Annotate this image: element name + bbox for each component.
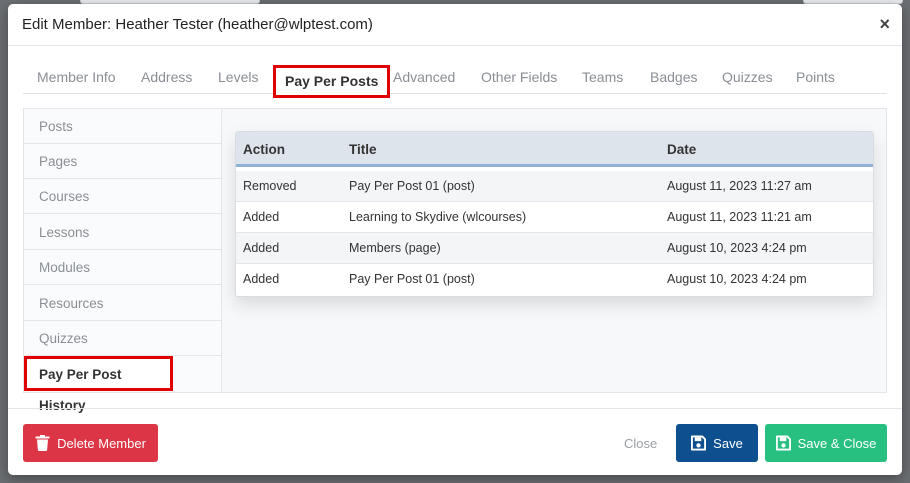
column-header-action: Action: [243, 142, 285, 157]
cell-action: Added: [243, 272, 280, 286]
close-link[interactable]: Close: [624, 436, 657, 451]
save-label: Save: [713, 435, 743, 451]
cell-date: August 10, 2023 4:24 pm: [667, 241, 807, 255]
pay-per-post-history-table: Action Title Date Removed Pay Per Post 0…: [235, 131, 874, 297]
column-header-title: Title: [349, 142, 377, 157]
tab-advanced[interactable]: Advanced: [393, 69, 455, 85]
modal-header: Edit Member: Heather Tester (heather@wlp…: [8, 4, 902, 46]
sidebar-item-quizzes[interactable]: Quizzes: [24, 321, 221, 356]
sidebar-item-pay-per-post-history[interactable]: Pay Per Post History: [24, 356, 173, 413]
save-button[interactable]: Save: [676, 424, 758, 462]
cell-action: Added: [243, 241, 280, 255]
tab-badges[interactable]: Badges: [650, 69, 697, 85]
delete-member-button[interactable]: Delete Member: [23, 424, 158, 462]
tab-member-info[interactable]: Member Info: [37, 69, 116, 85]
tab-pay-per-posts[interactable]: Pay Per Posts: [273, 65, 391, 98]
sidebar-item-modules[interactable]: Modules: [24, 250, 221, 285]
tab-points[interactable]: Points: [796, 69, 835, 85]
trash-icon: [35, 435, 50, 451]
cell-date: August 10, 2023 4:24 pm: [667, 272, 807, 286]
cell-title: Members (page): [349, 241, 441, 255]
sidebar-item-lessons[interactable]: Lessons: [24, 215, 221, 250]
sidebar-item-pages[interactable]: Pages: [24, 144, 221, 179]
edit-member-modal: Edit Member: Heather Tester (heather@wlp…: [8, 4, 902, 475]
modal-footer: Delete Member Close Save Save & Close: [8, 408, 902, 475]
pay-per-posts-panel: Posts Pages Courses Lessons Modules Reso…: [23, 108, 887, 413]
sidebar-item-courses[interactable]: Courses: [24, 179, 221, 214]
table-row: Removed Pay Per Post 01 (post) August 11…: [236, 171, 873, 202]
cell-action: Removed: [243, 179, 297, 193]
modal-title: Edit Member: Heather Tester (heather@wlp…: [22, 16, 373, 33]
member-tabs: Member Info Address Levels Pay Per Posts…: [23, 60, 887, 98]
table-row: Added Pay Per Post 01 (post) August 10, …: [236, 264, 873, 295]
cell-date: August 11, 2023 11:27 am: [667, 179, 812, 193]
cell-date: August 11, 2023 11:21 am: [667, 210, 812, 224]
table-row: Added Members (page) August 10, 2023 4:2…: [236, 233, 873, 264]
tab-quizzes[interactable]: Quizzes: [722, 69, 773, 85]
save-and-close-label: Save & Close: [797, 435, 877, 451]
floppy-disk-icon: [691, 435, 707, 451]
save-and-close-button[interactable]: Save & Close: [765, 424, 887, 462]
sidebar-item-posts[interactable]: Posts: [24, 109, 221, 144]
tab-other-fields[interactable]: Other Fields: [481, 69, 557, 85]
sidebar-item-resources[interactable]: Resources: [24, 286, 221, 321]
cell-title: Pay Per Post 01 (post): [349, 179, 475, 193]
pay-per-post-sidebar: Posts Pages Courses Lessons Modules Reso…: [24, 109, 222, 413]
column-header-date: Date: [667, 142, 697, 157]
table-row: Added Learning to Skydive (wlcourses) Au…: [236, 202, 873, 233]
floppy-disk-icon: [775, 435, 791, 451]
tab-address[interactable]: Address: [141, 69, 192, 85]
cell-action: Added: [243, 210, 280, 224]
cell-title: Learning to Skydive (wlcourses): [349, 210, 527, 224]
tab-levels[interactable]: Levels: [218, 69, 258, 85]
delete-member-label: Delete Member: [57, 435, 146, 451]
close-icon[interactable]: ×: [879, 15, 890, 33]
cell-title: Pay Per Post 01 (post): [349, 272, 475, 286]
table-header: Action Title Date: [236, 132, 873, 167]
tab-teams[interactable]: Teams: [582, 69, 623, 85]
